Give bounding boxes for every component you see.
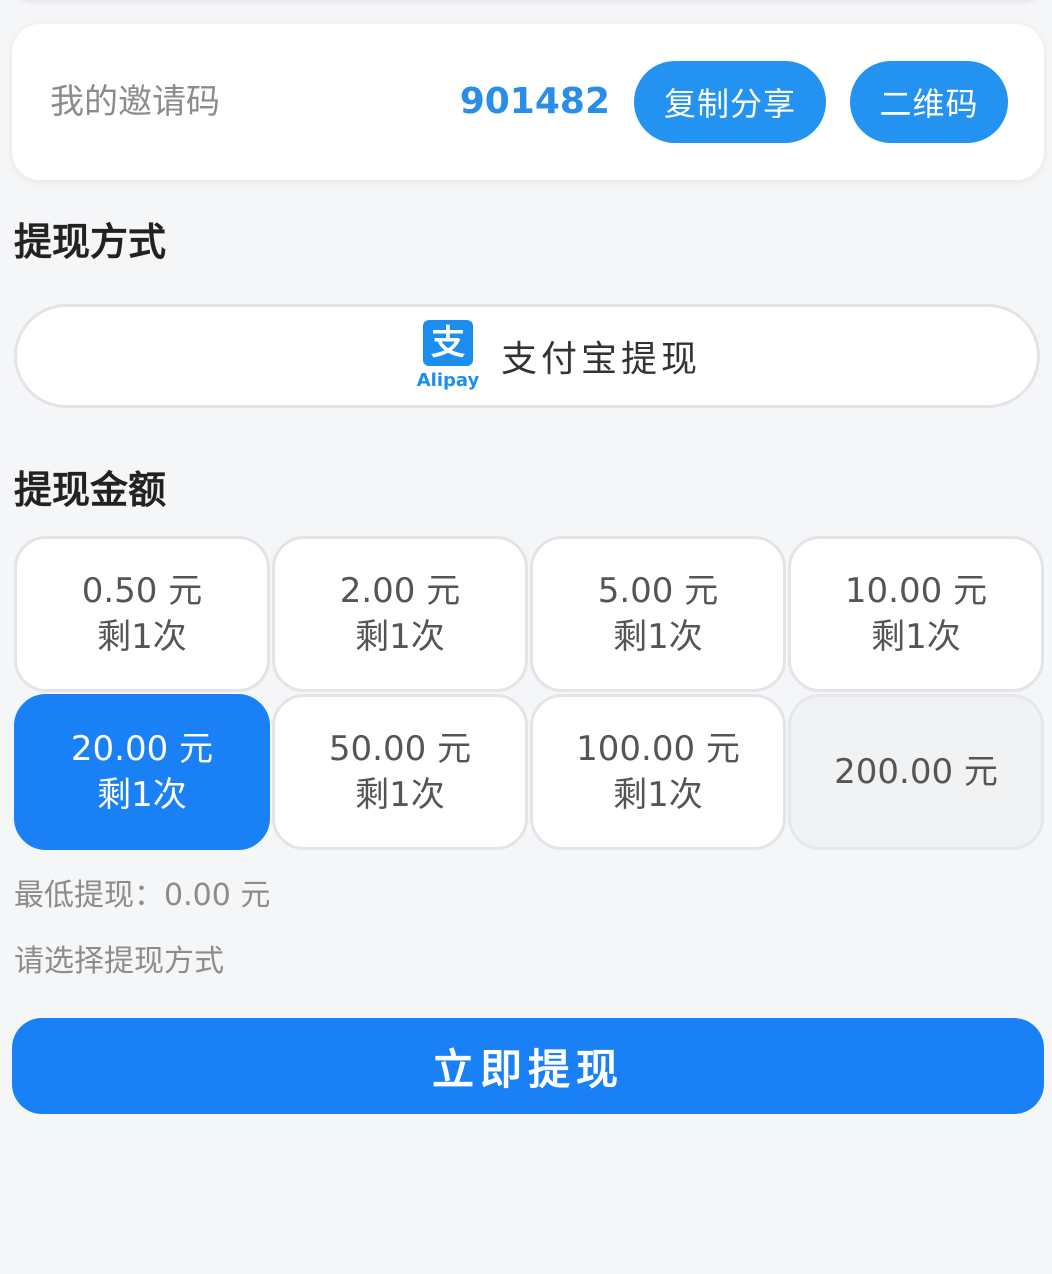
alipay-logo-mark: 支	[422, 320, 473, 366]
amount-value: 5.00 元	[597, 571, 719, 611]
amount-option[interactable]: 100.00 元 剩1次	[530, 694, 786, 850]
qr-code-button[interactable]: 二维码	[850, 61, 1008, 143]
withdraw-amount-title: 提现金额	[14, 468, 167, 512]
select-method-hint: 请选择提现方式	[14, 944, 224, 979]
alipay-icon: 支 Alipay	[413, 320, 483, 392]
invite-code-label: 我的邀请码	[50, 82, 220, 122]
alipay-logo-caption: Alipay	[416, 370, 480, 391]
amount-value: 100.00 元	[576, 729, 740, 769]
invite-code-value: 901482	[459, 81, 610, 122]
amount-option[interactable]: 0.50 元 剩1次	[14, 536, 270, 692]
amount-remaining: 剩1次	[871, 617, 961, 657]
amount-remaining: 剩1次	[97, 617, 187, 657]
amount-value: 20.00 元	[70, 729, 214, 769]
amount-option-disabled[interactable]: 200.00 元	[788, 694, 1044, 850]
amount-remaining: 剩1次	[613, 775, 703, 815]
alipay-withdraw-label: 支付宝提现	[500, 339, 701, 380]
withdraw-now-button[interactable]: 立即提现	[12, 1018, 1044, 1114]
amount-option[interactable]: 5.00 元 剩1次	[530, 536, 786, 692]
amount-option[interactable]: 50.00 元 剩1次	[272, 694, 528, 850]
alipay-withdraw-option[interactable]: 支 Alipay 支付宝提现	[14, 304, 1040, 408]
amount-value: 200.00 元	[834, 752, 998, 792]
amount-value: 50.00 元	[328, 729, 472, 769]
invite-code-card: 我的邀请码 901482 复制分享 二维码	[12, 24, 1044, 180]
amount-option[interactable]: 2.00 元 剩1次	[272, 536, 528, 692]
amount-option[interactable]: 10.00 元 剩1次	[788, 536, 1044, 692]
amount-remaining: 剩1次	[355, 775, 445, 815]
amount-value: 2.00 元	[339, 571, 461, 611]
amount-remaining: 剩1次	[355, 617, 445, 657]
amount-value: 0.50 元	[81, 571, 203, 611]
copy-share-button[interactable]: 复制分享	[634, 61, 826, 143]
amount-option-selected[interactable]: 20.00 元 剩1次	[14, 694, 270, 850]
minimum-withdraw-text: 最低提现：0.00 元	[14, 878, 271, 913]
amount-remaining: 剩1次	[97, 775, 187, 815]
withdraw-method-title: 提现方式	[14, 220, 167, 264]
amount-value: 10.00 元	[844, 571, 988, 611]
amount-remaining: 剩1次	[613, 617, 703, 657]
